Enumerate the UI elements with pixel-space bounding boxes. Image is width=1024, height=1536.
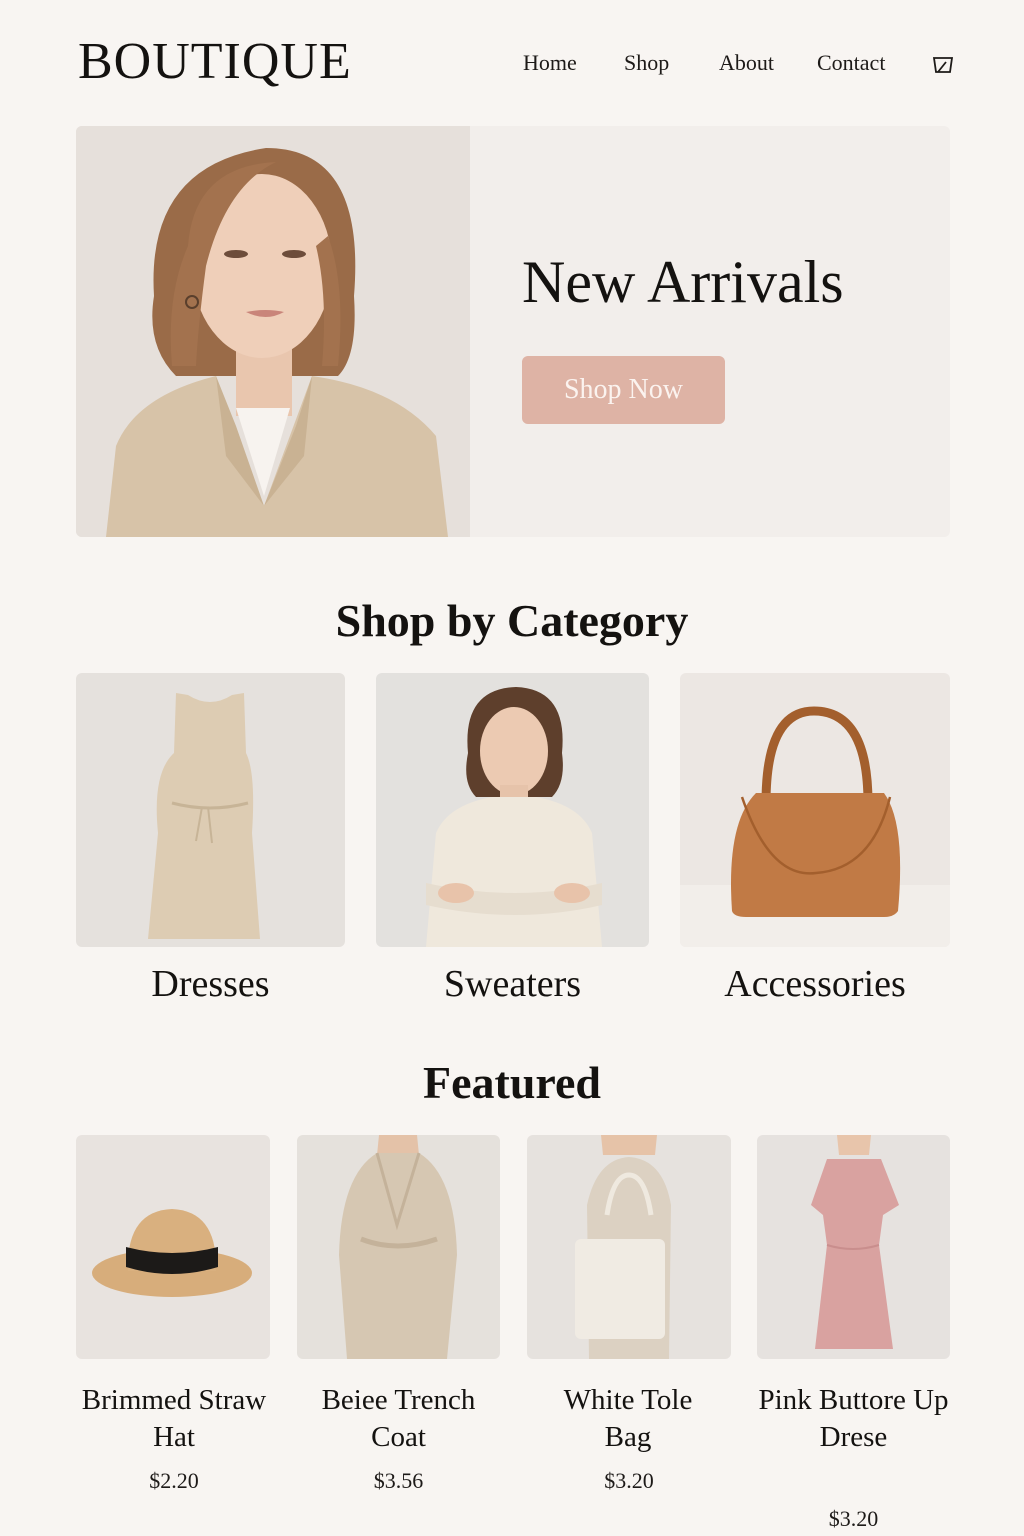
cart-icon[interactable]: [932, 54, 954, 76]
nav-about[interactable]: About: [719, 50, 774, 76]
nav-contact[interactable]: Contact: [817, 50, 885, 76]
product-image-trench-coat[interactable]: [297, 1135, 500, 1359]
category-label-dresses[interactable]: Dresses: [76, 962, 345, 1006]
site-header: BOUTIQUE Home Shop About Contact: [0, 0, 1024, 120]
category-card-sweaters[interactable]: [376, 673, 649, 947]
product-image-straw-hat[interactable]: [76, 1135, 270, 1359]
category-card-dresses[interactable]: [76, 673, 345, 947]
sweater-model-image: [376, 673, 649, 947]
featured-section-title: Featured: [422, 1057, 601, 1108]
hero-title: New Arrivals: [522, 249, 844, 315]
straw-hat-image: [76, 1135, 270, 1359]
product-image-tote-bag[interactable]: [527, 1135, 731, 1359]
handbag-image: [680, 673, 950, 947]
product-name-straw-hat[interactable]: Brimmed Straw Hat: [76, 1382, 272, 1456]
nav-shop[interactable]: Shop: [624, 50, 669, 76]
product-price-pink-dress: $3.20: [828, 1506, 879, 1531]
product-name-tote-bag[interactable]: White Tole Bag: [548, 1382, 708, 1456]
dress-image: [76, 673, 345, 947]
product-price-straw-hat: $2.20: [149, 1468, 199, 1493]
category-label-accessories[interactable]: Accessories: [680, 962, 950, 1006]
category-card-accessories[interactable]: [680, 673, 950, 947]
hero-model-image: [76, 126, 470, 537]
shop-now-button[interactable]: Shop Now: [522, 356, 725, 424]
category-section-title: Shop by Category: [335, 595, 689, 646]
category-label-sweaters[interactable]: Sweaters: [376, 962, 649, 1006]
product-price-tote-bag: $3.20: [604, 1468, 654, 1493]
product-name-trench-coat[interactable]: Beiee Trench Coat: [297, 1382, 500, 1456]
product-name-pink-dress[interactable]: Pink Buttore Up Drese: [757, 1382, 950, 1456]
nav-home[interactable]: Home: [523, 50, 577, 76]
pink-dress-image: [757, 1135, 950, 1359]
tote-bag-image: [527, 1135, 731, 1359]
trench-coat-image: [297, 1135, 500, 1359]
hero-banner: New Arrivals Shop Now: [76, 126, 950, 537]
product-image-pink-dress[interactable]: [757, 1135, 950, 1359]
product-price-trench-coat: $3.56: [373, 1468, 424, 1493]
main-nav: Home Shop About Contact: [0, 50, 1024, 82]
